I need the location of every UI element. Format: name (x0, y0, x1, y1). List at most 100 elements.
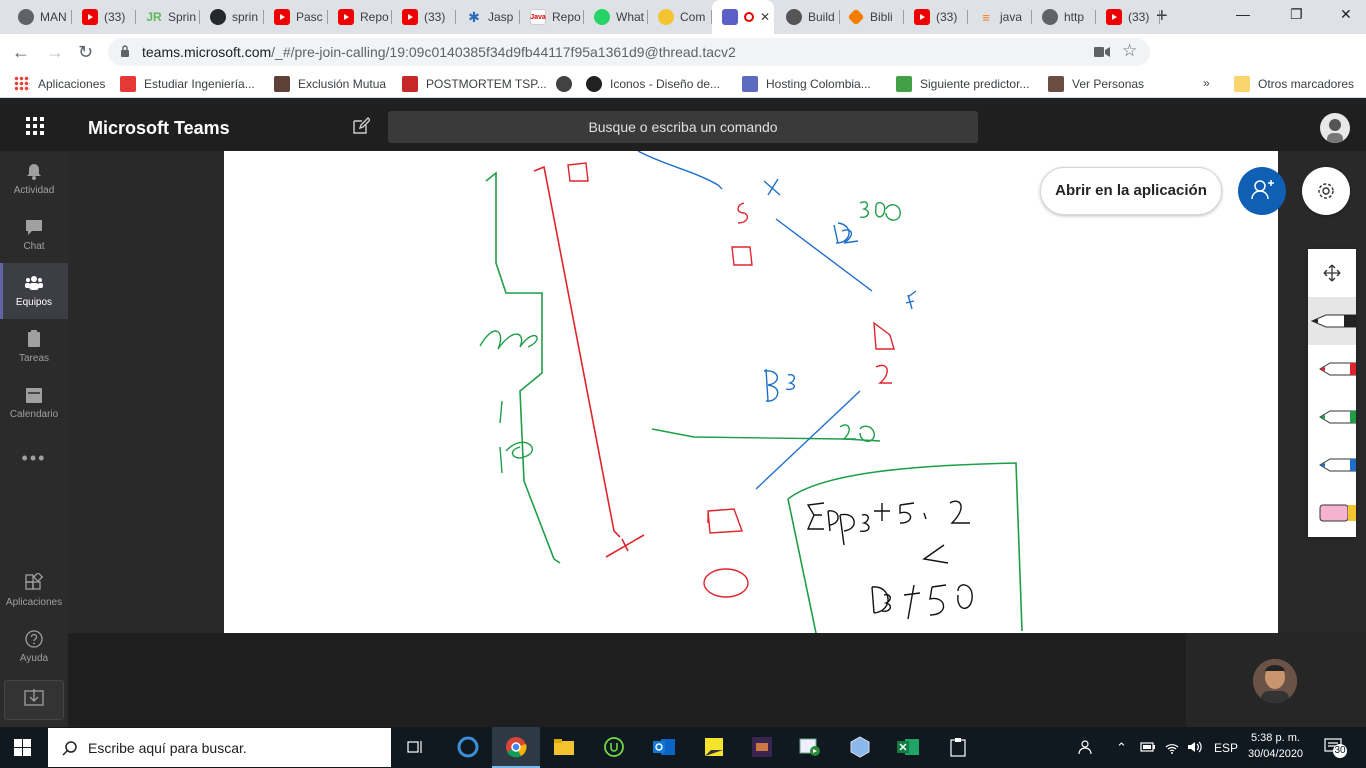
download-app-button[interactable] (4, 680, 64, 720)
bookmark-label: Hosting Colombia... (766, 77, 871, 91)
pen-red[interactable] (1308, 345, 1357, 393)
browser-tab-label: Build (808, 10, 835, 24)
browser-tab[interactable]: (33) (904, 4, 968, 30)
pen-palette (1308, 249, 1357, 537)
rail-item-tareas[interactable]: Tareas (0, 319, 68, 375)
edge-browser-icon[interactable] (454, 733, 482, 761)
address-bar[interactable]: teams.microsoft.com/_#/pre-join-calling/… (108, 38, 1150, 66)
open-in-app-button[interactable]: Abrir en la aplicación (1040, 167, 1222, 215)
command-search-box[interactable]: Busque o escriba un comando (388, 111, 978, 143)
browser-tab[interactable]: ✕ (712, 0, 774, 34)
minimize-button[interactable]: — (1236, 6, 1250, 22)
rail-item-equipos[interactable]: Equipos (0, 263, 68, 319)
notification-count: 30 (1334, 745, 1346, 756)
wifi-icon[interactable] (1164, 739, 1180, 755)
browser-tab[interactable]: Java Repo (520, 4, 584, 30)
bookmark-item[interactable]: Hosting Colombia... (742, 76, 871, 92)
rail-item-aplicaciones[interactable]: Aplicaciones (0, 563, 68, 619)
rail-item-chat[interactable]: Chat (0, 207, 68, 263)
clipboard-icon[interactable] (944, 733, 972, 761)
close-tab-icon[interactable]: ✕ (760, 10, 770, 24)
new-tab-button[interactable]: + (1156, 5, 1168, 28)
user-avatar[interactable] (1320, 113, 1350, 143)
restore-button[interactable]: ❐ (1290, 6, 1303, 23)
bell-icon (27, 164, 41, 180)
pen-green[interactable] (1308, 393, 1357, 441)
highlighter-eraser[interactable] (1308, 489, 1356, 537)
clock-time[interactable]: 5:38 p. m. (1251, 732, 1300, 744)
browser-tab[interactable]: Repo (328, 4, 392, 30)
clock-date[interactable]: 30/04/2020 (1248, 748, 1303, 760)
excel-icon[interactable] (894, 733, 922, 761)
battery-icon[interactable] (1140, 742, 1156, 752)
windows-start-icon[interactable] (14, 739, 31, 756)
tray-chevron-icon[interactable]: ⌃ (1116, 740, 1127, 756)
reload-icon[interactable]: ↻ (78, 42, 93, 63)
browser-tab[interactable]: ≡ java (968, 4, 1032, 30)
bookmark-item[interactable] (556, 76, 580, 92)
ink-stroke-blue-lower (755, 390, 861, 490)
youtube-icon (338, 9, 354, 25)
url-path: /_#/pre-join-calling/19:09c0140385f34d9f… (271, 44, 736, 60)
action-center-button[interactable]: 30 (1324, 738, 1348, 758)
browser-tab[interactable]: Pasc (264, 4, 328, 30)
browser-tab[interactable]: Com (648, 4, 712, 30)
browser-tab[interactable]: Build (776, 4, 840, 30)
browser-tab[interactable]: (33) (72, 4, 136, 30)
add-participant-button[interactable] (1238, 167, 1286, 215)
bookmark-item[interactable]: Siguiente predictor... (896, 76, 1029, 92)
bookmark-item[interactable]: Ver Personas (1048, 76, 1144, 92)
whiteboard-canvas[interactable] (224, 151, 1278, 633)
back-icon[interactable]: ← (12, 42, 30, 63)
game-app-icon[interactable] (748, 733, 776, 761)
browser-tab-label: Repo (360, 10, 389, 24)
browser-tab[interactable]: (33) (1096, 4, 1160, 30)
volume-icon[interactable] (1186, 739, 1204, 755)
taskbar-search-box[interactable]: Escribe aquí para buscar. (48, 728, 391, 767)
move-tool[interactable] (1308, 249, 1356, 297)
bookmark-item[interactable]: Iconos - Diseño de... (586, 76, 720, 92)
browser-tab[interactable]: ✱ Jasp (456, 4, 520, 30)
bookmark-item[interactable]: Aplicaciones (14, 76, 105, 92)
rail-item-actividad[interactable]: Actividad (0, 151, 68, 207)
participant-avatar[interactable] (1253, 659, 1297, 703)
whiteboard-settings-button[interactable] (1302, 167, 1350, 215)
task-view-icon[interactable] (402, 733, 430, 761)
bookmark-star-icon[interactable]: ☆ (1122, 41, 1137, 61)
close-window-button[interactable]: ✕ (1340, 6, 1352, 23)
language-indicator[interactable]: ESP (1214, 741, 1238, 755)
rail-item-ayuda[interactable]: Ayuda (0, 619, 68, 675)
browser-tab[interactable]: sprin (200, 4, 264, 30)
bookmarks-overflow-button[interactable]: » (1203, 76, 1210, 90)
browser-tab[interactable]: MAN (8, 4, 72, 30)
upwork-icon[interactable] (600, 733, 628, 761)
bookmark-item[interactable]: Estudiar Ingeniería... (120, 76, 255, 92)
pen-blue[interactable] (1308, 441, 1357, 489)
browser-tab[interactable]: What (584, 4, 648, 30)
browser-tab[interactable]: JR Sprin (136, 4, 200, 30)
chrome-browser-icon[interactable] (492, 727, 540, 768)
outlook-icon[interactable] (650, 733, 678, 761)
chat-icon (26, 220, 42, 235)
more-apps-button[interactable]: ••• (0, 448, 68, 469)
browser-tab[interactable]: Bibli (840, 4, 904, 30)
pen-black[interactable] (1308, 297, 1357, 345)
file-explorer-icon[interactable] (550, 733, 578, 761)
forward-icon[interactable]: → (46, 42, 64, 63)
media-player-icon[interactable] (796, 733, 824, 761)
virtualbox-icon[interactable] (846, 733, 874, 761)
browser-tab[interactable]: http (1032, 4, 1096, 30)
compose-icon[interactable] (352, 117, 370, 135)
sticky-notes-icon[interactable] (700, 733, 728, 761)
other-bookmarks-folder[interactable]: Otros marcadores (1234, 76, 1354, 92)
bookmark-item[interactable]: Exclusión Mutua (274, 76, 386, 92)
bookmark-label: POSTMORTEM TSP... (426, 77, 547, 91)
people-icon[interactable] (1078, 739, 1094, 755)
camera-icon[interactable] (1094, 46, 1110, 58)
ink-text-d2 (833, 222, 859, 244)
app-launcher-icon[interactable] (26, 117, 44, 135)
rail-item-calendario[interactable]: Calendario (0, 375, 68, 431)
bookmark-label: Siguiente predictor... (920, 77, 1030, 91)
browser-tab[interactable]: (33) (392, 4, 456, 30)
bookmark-item[interactable]: POSTMORTEM TSP... (402, 76, 547, 92)
